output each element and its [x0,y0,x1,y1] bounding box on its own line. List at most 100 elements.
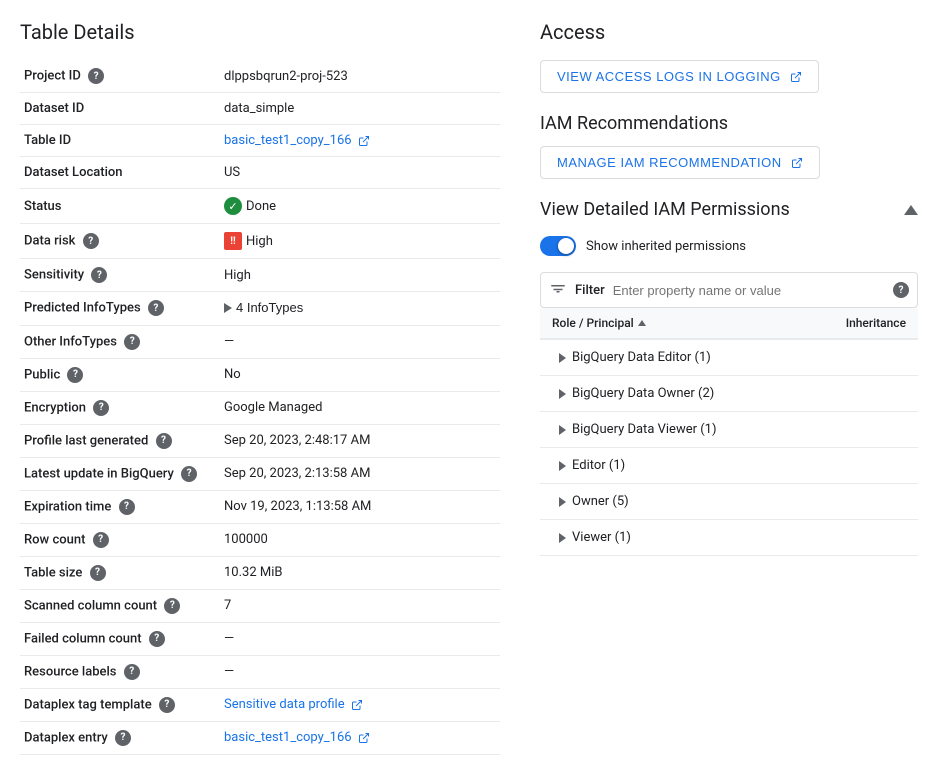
row-label: Sensitivity ? [20,259,220,292]
table-row: Dataset IDdata_simple [20,93,500,125]
show-inherited-toggle[interactable] [540,236,576,256]
role-row[interactable]: BigQuery Data Editor (1) [540,340,918,376]
role-label: Owner (5) [572,494,906,509]
help-icon[interactable]: ? [93,532,109,548]
view-access-logs-button[interactable]: VIEW ACCESS LOGS IN LOGGING [540,60,819,93]
chevron-up-icon [904,205,918,215]
triangle-right-icon [559,461,566,471]
row-value: High [220,259,500,292]
role-expand-icon [552,389,572,399]
row-value: 4 InfoTypes [220,292,500,326]
row-label: Status [20,189,220,224]
external-link-icon [351,699,363,711]
col-principal[interactable]: Role / Principal [540,316,798,330]
filter-label: Filter [575,283,605,298]
help-icon[interactable]: ? [124,664,140,680]
filter-bar: Filter ? [540,272,918,308]
help-icon[interactable]: ? [91,267,107,283]
triangle-right-icon [559,389,566,399]
triangle-right-icon [559,353,566,363]
manage-iam-button[interactable]: MANAGE IAM RECOMMENDATION [540,146,820,179]
col-inheritance: Inheritance [798,316,918,330]
table-row: Expiration time ?Nov 19, 2023, 1:13:58 A… [20,490,500,523]
help-icon[interactable]: ? [119,499,135,515]
table-row: Public ?No [20,358,500,391]
table-row: Table size ?10.32 MiB [20,556,500,589]
row-value[interactable]: basic_test1_copy_166 [220,721,500,754]
row-value: — [220,325,500,358]
external-link-icon [358,732,370,744]
row-label: Dataplex entry ? [20,721,220,754]
expand-button[interactable]: 4 InfoTypes [224,300,303,315]
help-icon[interactable]: ? [90,565,106,581]
manage-iam-external-icon [791,157,803,169]
iam-recommendations-section: IAM Recommendations MANAGE IAM RECOMMEND… [540,113,918,179]
row-label: Data risk ? [20,224,220,259]
row-label: Other InfoTypes ? [20,325,220,358]
row-label: Predicted InfoTypes ? [20,292,220,326]
row-link[interactable]: basic_test1_copy_166 [224,133,370,148]
help-icon[interactable]: ? [115,730,131,746]
help-icon[interactable]: ? [159,697,175,713]
role-label: BigQuery Data Viewer (1) [572,422,906,437]
row-label: Resource labels ? [20,655,220,688]
row-value: Nov 19, 2023, 1:13:58 AM [220,490,500,523]
role-row[interactable]: BigQuery Data Viewer (1) [540,412,918,448]
view-detailed-header[interactable]: View Detailed IAM Permissions [540,199,918,220]
help-icon[interactable]: ? [164,598,180,614]
row-value[interactable]: Sensitive data profile [220,688,500,721]
row-label: Encryption ? [20,391,220,424]
table-row: Table ID basic_test1_copy_166 [20,125,500,157]
iam-table-header: Role / Principal Inheritance [540,308,918,340]
row-link[interactable]: basic_test1_copy_166 [224,730,370,745]
table-row: Data risk ?!! High [20,224,500,259]
external-link-icon [790,71,802,83]
row-link[interactable]: Sensitive data profile [224,697,363,712]
role-row[interactable]: Owner (5) [540,484,918,520]
help-icon[interactable]: ? [67,367,83,383]
help-icon[interactable]: ? [181,466,197,482]
sort-arrow-icon [638,320,646,326]
risk-high: !! High [224,232,273,250]
row-label: Failed column count ? [20,622,220,655]
row-label: Dataplex tag template ? [20,688,220,721]
row-value: 7 [220,589,500,622]
help-icon[interactable]: ? [149,631,165,647]
role-expand-icon [552,497,572,507]
role-row[interactable]: BigQuery Data Owner (2) [540,376,918,412]
table-row: Other InfoTypes ?— [20,325,500,358]
role-label: Viewer (1) [572,530,906,545]
help-icon[interactable]: ? [156,433,172,449]
row-label: Project ID ? [20,60,220,93]
table-row: Failed column count ?— [20,622,500,655]
table-row: Encryption ?Google Managed [20,391,500,424]
risk-icon: !! [224,232,242,250]
triangle-right-icon [559,533,566,543]
filter-icon [549,279,567,301]
help-icon[interactable]: ? [93,400,109,416]
role-row[interactable]: Editor (1) [540,448,918,484]
help-icon[interactable]: ? [148,300,164,316]
row-value[interactable]: basic_test1_copy_166 [220,125,500,157]
row-value: No [220,358,500,391]
table-row: Resource labels ?— [20,655,500,688]
row-value: Google Managed [220,391,500,424]
help-icon[interactable]: ? [88,68,104,84]
row-label: Dataset Location [20,157,220,189]
toggle-label: Show inherited permissions [586,239,746,254]
help-icon[interactable]: ? [124,334,140,350]
row-label: Row count ? [20,523,220,556]
row-value: !! High [220,224,500,259]
filter-input[interactable] [613,283,881,298]
help-icon[interactable]: ? [83,233,99,249]
row-label: Table ID [20,125,220,157]
table-row: Project ID ?dlppsbqrun2-proj-523 [20,60,500,93]
role-label: BigQuery Data Editor (1) [572,350,906,365]
row-label: Table size ? [20,556,220,589]
row-value: 100000 [220,523,500,556]
done-icon: ✓ [224,197,242,215]
triangle-right-icon [559,425,566,435]
table-row: Row count ?100000 [20,523,500,556]
row-value: Sep 20, 2023, 2:48:17 AM [220,424,500,457]
role-row[interactable]: Viewer (1) [540,520,918,556]
